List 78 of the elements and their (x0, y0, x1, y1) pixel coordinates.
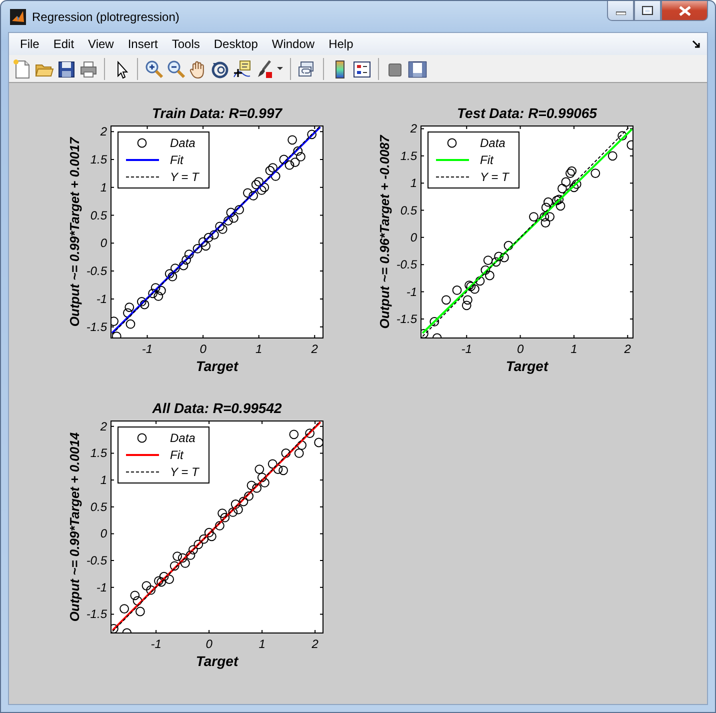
tick-label: -0.5 (396, 258, 417, 272)
menu-item[interactable]: Edit (46, 33, 82, 55)
tick-label: 0 (410, 230, 417, 244)
menu-item[interactable]: Window (264, 33, 322, 55)
tick-label: 0.5 (90, 500, 107, 514)
close-button[interactable] (661, 1, 708, 21)
legend-label: Fit (170, 448, 184, 462)
maximize-button[interactable] (634, 1, 661, 21)
dock-icon[interactable] (692, 40, 701, 48)
tick-label: -1 (96, 292, 107, 306)
restore-icon (642, 6, 653, 15)
menu-item[interactable]: Desktop (206, 33, 265, 55)
tick-label: 2 (100, 419, 107, 434)
tick-label: 1.5 (90, 152, 107, 166)
tick-label: 2 (624, 342, 631, 356)
axis-label: Output ~= 0.99*Target + 0.0014 (67, 432, 82, 622)
print-icon[interactable] (78, 58, 98, 78)
menu-item[interactable]: Help (322, 33, 360, 55)
new-file-icon[interactable] (12, 58, 32, 78)
tick-label: 0 (100, 236, 107, 250)
menu-item[interactable]: Insert (120, 33, 165, 55)
minimize-button[interactable] (607, 1, 634, 21)
tick-label: 1 (410, 176, 417, 190)
axis-label: Output ~= 0.99*Target + 0.0017 (67, 137, 82, 327)
zoom-in-icon[interactable] (144, 58, 164, 78)
legend-label: Data (170, 431, 196, 445)
zoom-out-icon[interactable] (166, 58, 186, 78)
legend-icon[interactable] (352, 58, 372, 78)
chart-title: All Data: R=0.99542 (152, 400, 282, 416)
data-cursor-icon[interactable] (232, 58, 252, 78)
menu-item[interactable]: Tools (164, 33, 207, 55)
tick-label: -1.5 (86, 320, 107, 334)
legend-label: Fit (480, 153, 494, 167)
tick-label: 0 (516, 342, 524, 356)
tick-label: 0 (206, 637, 212, 651)
tick-label: -1 (461, 342, 472, 356)
close-icon (678, 6, 690, 16)
window-icon[interactable] (407, 58, 427, 78)
tick-label: 2 (312, 637, 318, 651)
tick-label: 1 (100, 180, 107, 194)
tick-label: 1 (256, 342, 262, 356)
axis-label: Target (506, 358, 548, 374)
legend-label: Data (170, 136, 196, 150)
tick-label: -0.5 (86, 264, 107, 278)
legend-label: Y = T (170, 465, 199, 479)
axis-label: Output ~= 0.96*Target + -0.0087 (377, 135, 392, 329)
tick-label: 2 (311, 342, 318, 356)
tick-label: 0.5 (400, 203, 417, 218)
tick-label: -1 (142, 342, 153, 356)
tick-label: 1 (258, 637, 266, 651)
legend-label: Fit (170, 153, 184, 167)
tick-label: 1.5 (400, 148, 417, 163)
axis-label: Target (196, 653, 238, 669)
tick-label: 0 (200, 342, 206, 356)
legend-label: Data (480, 136, 506, 150)
tick-label: 2 (100, 124, 107, 139)
chart-title: Test Data: R=0.99065 (457, 105, 597, 121)
tick-label: -1 (150, 637, 162, 651)
window-title: Regression (plotregression) (32, 8, 180, 26)
menu-item[interactable]: File (13, 33, 46, 55)
tick-label: -0.5 (86, 554, 107, 568)
tick-label: -1 (406, 284, 417, 299)
tick-label: 1 (100, 473, 107, 488)
tick-label: -1.5 (86, 607, 107, 622)
chart-title: Train Data: R=0.997 (152, 105, 282, 121)
save-icon[interactable] (56, 58, 76, 78)
tick-label: 0 (100, 526, 107, 541)
app-logo-icon (10, 8, 26, 24)
tick-label: -1 (96, 580, 107, 594)
tick-label: 2 (410, 122, 417, 136)
tick-label: 0.5 (90, 208, 107, 222)
legend-label: Y = T (480, 170, 509, 184)
menu-item[interactable]: View (81, 33, 121, 55)
axis-label: Target (196, 358, 238, 374)
tick-label: 1 (570, 342, 578, 356)
tick-label: 1.5 (90, 446, 107, 460)
legend-label: Y = T (170, 170, 199, 184)
tick-label: -1.5 (396, 312, 417, 326)
